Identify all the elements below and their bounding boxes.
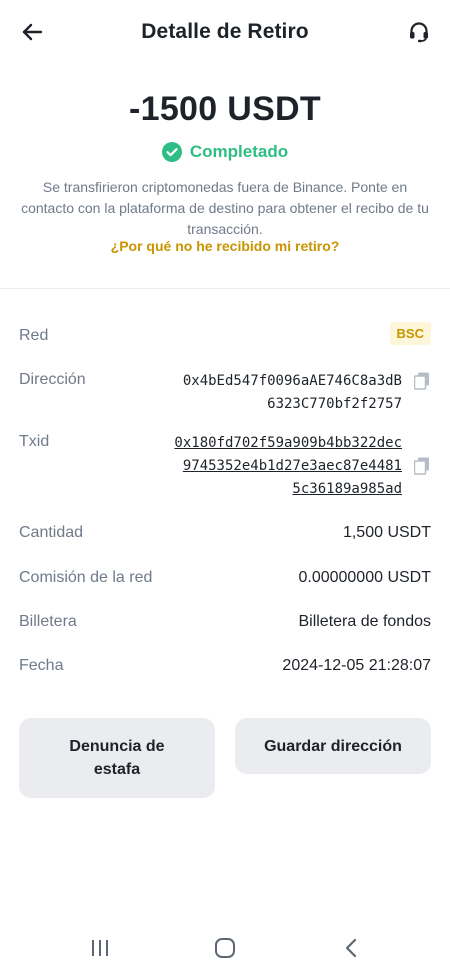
date-label: Fecha (19, 657, 64, 674)
address-value: 0x4bEd547f0096aAE746C8a3dB 6323C770bf2f2… (142, 370, 402, 416)
check-circle-icon (161, 142, 182, 162)
fee-value: 0.00000000 USDT (298, 569, 431, 586)
wallet-value: Billetera de fondos (298, 613, 431, 630)
recent-apps-button[interactable] (80, 934, 120, 962)
headset-icon (410, 22, 428, 43)
fee-label: Comisión de la red (19, 569, 153, 586)
copy-icon (413, 457, 429, 475)
withdrawal-amount: -1500 USDT (129, 90, 321, 128)
txid-label: Txid (19, 433, 50, 450)
status-label: Completado (189, 142, 289, 161)
txid-line-3: 5c36189a985ad (292, 481, 402, 497)
section-divider (0, 288, 450, 289)
system-back-button[interactable] (331, 934, 371, 962)
amount-label: Cantidad (19, 524, 84, 541)
txid-line-2: 9745352e4b1d27e3aec87e4481 (182, 458, 402, 474)
home-icon (215, 938, 235, 958)
support-button[interactable] (402, 16, 436, 48)
copy-address-button[interactable] (413, 372, 430, 390)
report-scam-label-line-2: estafa (93, 761, 141, 778)
recent-apps-icon (92, 940, 108, 956)
address-label: Dirección (19, 371, 86, 388)
report-scam-label-line-1: Denuncia de (69, 738, 165, 755)
top-bar: Detalle de Retiro (0, 0, 450, 66)
txid-line-1: 0x180fd702f59a909b4bb322dec (174, 435, 402, 451)
network-label: Red (19, 327, 49, 344)
page-title: Detalle de Retiro (141, 20, 309, 43)
date-value: 2024-12-05 21:28:07 (282, 657, 431, 674)
amount-value: 1,500 USDT (342, 524, 431, 541)
txid-link[interactable]: 0x180fd702f59a909b4bb322dec 9745352e4b1d… (142, 432, 402, 501)
address-line-1: 0x4bEd547f0096aAE746C8a3dB (182, 373, 402, 389)
status-row: Completado (0, 142, 450, 162)
home-button[interactable] (205, 934, 245, 962)
report-scam-button[interactable]: Denuncia de estafa (19, 718, 215, 798)
info-message: Se transfirieron criptomonedas fuera de … (21, 179, 429, 237)
wallet-label: Billetera (19, 613, 77, 630)
not-received-link[interactable]: ¿Por qué no he recibido mi retiro? (0, 238, 450, 254)
chevron-left-icon (345, 938, 357, 958)
address-line-2: 6323C770bf2f2757 (267, 396, 402, 412)
network-badge: BSC (389, 322, 431, 345)
system-nav-bar (0, 920, 450, 976)
copy-txid-button[interactable] (413, 457, 430, 475)
copy-icon (413, 372, 429, 390)
save-address-button[interactable]: Guardar dirección (235, 718, 431, 774)
